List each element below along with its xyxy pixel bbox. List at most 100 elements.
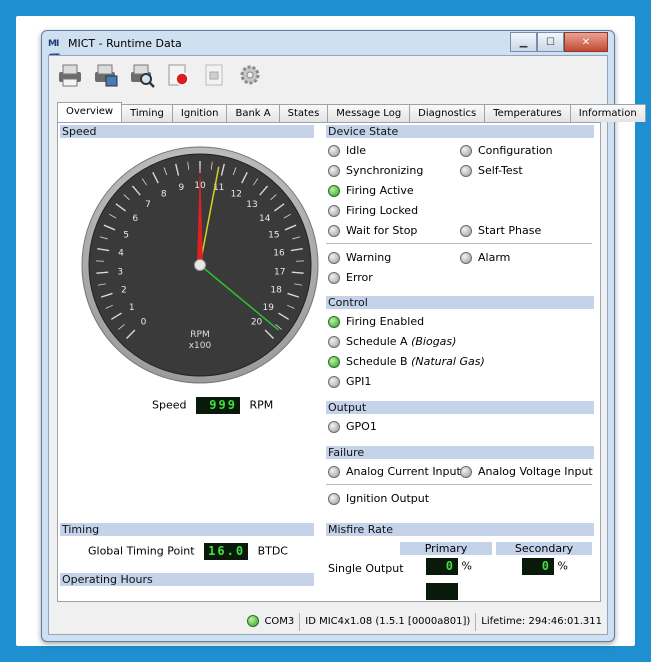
gauge-label: 9 [178, 183, 184, 193]
state-firing-locked: Firing Locked [328, 204, 418, 218]
tab-ignition[interactable]: Ignition [171, 104, 228, 122]
output-gpo1-label: GPO1 [346, 420, 377, 433]
tab-bank-a[interactable]: Bank A [226, 104, 280, 122]
zoom-icon[interactable] [127, 60, 157, 90]
tab-temperatures[interactable]: Temperatures [484, 104, 571, 122]
tab-diagnostics[interactable]: Diagnostics [409, 104, 486, 122]
runtime-data-window: MI CT MICT - Runtime Data ▁ ☐ ✕ [41, 30, 646, 642]
state-error-label: Error [346, 271, 373, 284]
tab-timing[interactable]: Timing [121, 104, 173, 122]
gauge-label: 3 [117, 267, 123, 277]
led-error [328, 272, 340, 284]
led-configuration [460, 145, 472, 157]
title-bar[interactable]: MI CT MICT - Runtime Data ▁ ☐ ✕ [42, 31, 614, 63]
tab-message-log[interactable]: Message Log [327, 104, 411, 122]
control-section-header: Control [326, 296, 594, 309]
global-timing-display: 16.0 [204, 543, 249, 560]
output-gpo1: GPO1 [328, 420, 377, 434]
state-wait-for-stop: Wait for Stop [328, 224, 417, 238]
gauge-label: 13 [246, 200, 257, 210]
failure-section-header: Failure [326, 446, 594, 459]
led-schedule-a [328, 336, 340, 348]
tab-information[interactable]: Information [569, 104, 646, 122]
gauge-label: 15 [268, 230, 279, 240]
gauge-label: 7 [145, 200, 151, 210]
gauge-label: 2 [121, 286, 127, 296]
gauge-label: 20 [251, 318, 263, 328]
state-synchronizing: Synchronizing [328, 164, 423, 178]
state-warning-label: Warning [346, 251, 392, 264]
maximize-button[interactable]: ☐ [537, 32, 564, 52]
misfire-secondary-cell: 0 % [522, 558, 568, 575]
minimize-button[interactable]: ▁ [510, 32, 537, 52]
tab-overview[interactable]: Overview [57, 102, 123, 122]
led-connection [247, 615, 260, 627]
misfire-primary-cell: 0 % [426, 558, 472, 575]
misfire-secondary-header: Secondary [496, 542, 592, 555]
control-schedule-a-label: Schedule A [346, 335, 412, 348]
led-analog-voltage [460, 466, 472, 478]
lifetime-counter: Lifetime: 294:46:01.311 [475, 613, 607, 631]
led-alarm [460, 252, 472, 264]
control-gpi1: GPI1 [328, 375, 371, 389]
settings-gear-icon[interactable] [235, 60, 265, 90]
gauge-label: 14 [259, 214, 271, 224]
record-icon[interactable] [163, 60, 193, 90]
misfire-primary-unit: % [461, 559, 472, 573]
gauge-label: 18 [270, 286, 282, 296]
printer-icon[interactable] [55, 60, 85, 90]
led-synchronizing [328, 165, 340, 177]
rpm-gauge: 01234567891011121314151617181920 RPM x10… [81, 146, 319, 384]
led-wait-for-stop [328, 225, 340, 237]
control-firing-enabled: Firing Enabled [328, 315, 424, 329]
control-firing-enabled-label: Firing Enabled [346, 315, 425, 328]
gauge-label: 12 [231, 190, 242, 200]
state-synchronizing-label: Synchronizing [346, 164, 424, 177]
gauge-label: 4 [118, 248, 124, 258]
led-schedule-b [328, 356, 340, 368]
gauge-label: 16 [273, 248, 285, 258]
speed-unit: RPM [249, 398, 274, 412]
led-start-phase [460, 225, 472, 237]
state-error: Error [328, 271, 373, 285]
led-firing-active [328, 185, 340, 197]
speed-readout: Speed 999 RPM [152, 397, 273, 414]
state-firing-active: Firing Active [328, 184, 414, 198]
state-start-phase: Start Phase [460, 224, 541, 238]
device-id: ID MIC4x1.08 (1.5.1 [0000a801]) [299, 613, 475, 631]
gauge-label: 8 [161, 190, 167, 200]
failure-ignition-output: Ignition Output [328, 492, 429, 506]
misfire-primary-header: Primary [400, 542, 492, 555]
led-gpi1 [328, 376, 340, 388]
close-button[interactable]: ✕ [564, 32, 608, 52]
gauge-tick [96, 271, 109, 274]
speed-label: Speed [152, 398, 187, 412]
failure-analog-voltage-label: Analog Voltage Input [478, 465, 593, 478]
client-area: Overview Timing Ignition Bank A States M… [48, 55, 646, 635]
control-schedule-b-label: Schedule B [346, 355, 412, 368]
tab-states[interactable]: States [278, 104, 329, 122]
led-idle [328, 145, 340, 157]
state-self-test: Self-Test [460, 164, 523, 178]
led-warning [328, 252, 340, 264]
gauge-label: 5 [123, 230, 129, 240]
state-configuration: Configuration [460, 144, 553, 158]
stop-icon[interactable] [199, 60, 229, 90]
misfire-single-output-label: Single Output [328, 562, 404, 575]
misfire-primary-display-2 [426, 583, 458, 600]
tab-strip: Overview Timing Ignition Bank A States M… [57, 102, 646, 122]
gauge-label: 0 [141, 318, 147, 328]
gauge-label: 6 [132, 214, 138, 224]
misfire-section-header: Misfire Rate [326, 523, 594, 536]
com-port: COM3 [264, 616, 295, 627]
misfire-secondary-unit: % [557, 559, 568, 573]
state-self-test-label: Self-Test [478, 164, 523, 177]
failure-analog-voltage: Analog Voltage Input [460, 465, 593, 479]
misfire-primary-cell-2 [426, 583, 458, 600]
window-title: MICT - Runtime Data [68, 37, 182, 50]
print-preview-icon[interactable] [91, 60, 121, 90]
misfire-secondary-display: 0 [522, 558, 554, 575]
output-section-header: Output [326, 401, 594, 414]
gauge-label: 19 [262, 303, 274, 313]
device-state-section-header: Device State [326, 125, 594, 138]
